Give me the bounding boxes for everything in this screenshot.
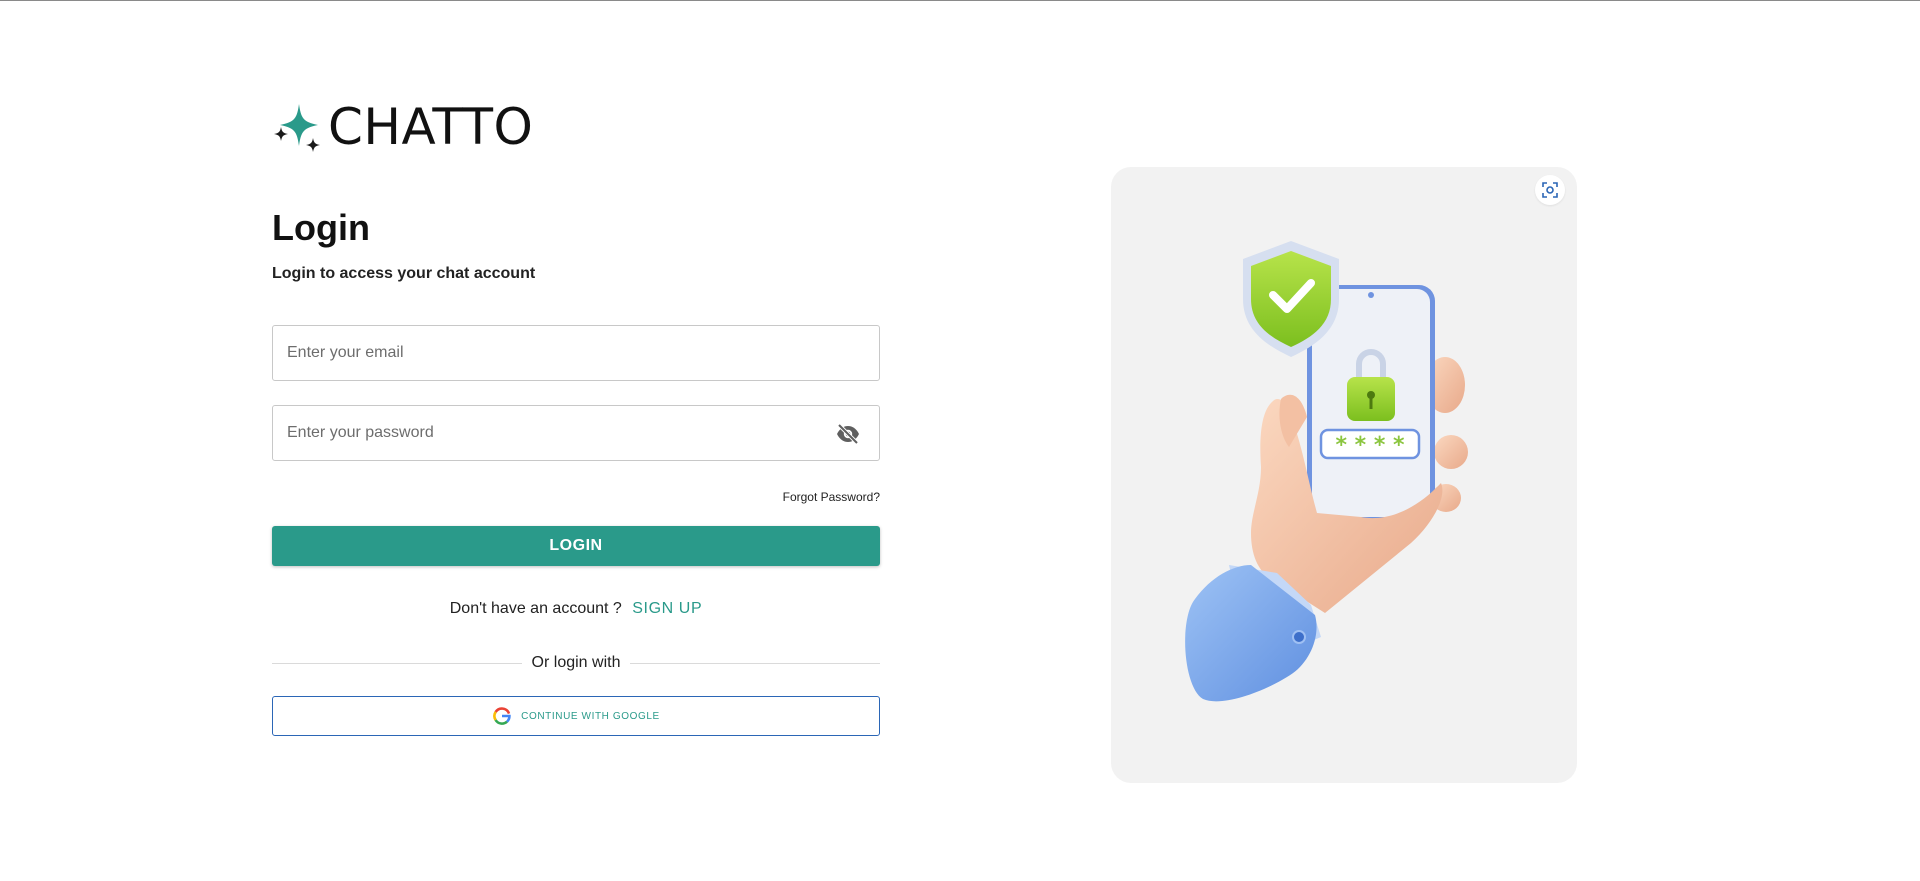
password-visibility-toggle[interactable] <box>835 422 861 446</box>
divider-text: Or login with <box>531 654 621 671</box>
svg-text:* * * *: * * * * <box>1336 433 1405 458</box>
page-subtitle: Login to access your chat account <box>272 265 536 282</box>
page-title: Login <box>272 207 370 248</box>
forgot-password-row: Forgot Password? <box>272 488 880 504</box>
email-field <box>272 325 880 381</box>
divider-line-left <box>272 662 522 664</box>
brand-name: CHATTO <box>328 98 534 156</box>
secure-phone-illustration: * * * * <box>1185 241 1468 702</box>
login-button[interactable]: LOGIN <box>272 526 880 566</box>
no-account-text: Don't have an account ? <box>449 600 622 617</box>
forgot-password-link[interactable]: Forgot Password? <box>783 490 880 504</box>
divider: Or login with <box>272 654 881 672</box>
email-input[interactable] <box>273 326 879 380</box>
password-field <box>272 405 880 461</box>
google-icon <box>493 707 511 725</box>
scan-focus-icon <box>1542 182 1558 198</box>
eye-off-icon <box>837 423 859 445</box>
top-border <box>0 0 1920 1</box>
brand-logo: CHATTO <box>272 95 880 159</box>
scan-button[interactable] <box>1535 175 1565 205</box>
divider-line-right <box>630 662 881 664</box>
google-button-label: CONTINUE WITH GOOGLE <box>521 710 660 722</box>
google-login-button[interactable]: CONTINUE WITH GOOGLE <box>272 696 880 736</box>
signup-link[interactable]: SIGN UP <box>632 600 702 617</box>
illustration-card: * * * * <box>1111 167 1577 783</box>
login-panel: CHATTO Login Login to access your chat a… <box>272 95 881 736</box>
password-input[interactable] <box>273 406 879 460</box>
sparkle-icon <box>274 104 320 152</box>
signup-row: Don't have an account ? SIGN UP <box>272 600 880 618</box>
